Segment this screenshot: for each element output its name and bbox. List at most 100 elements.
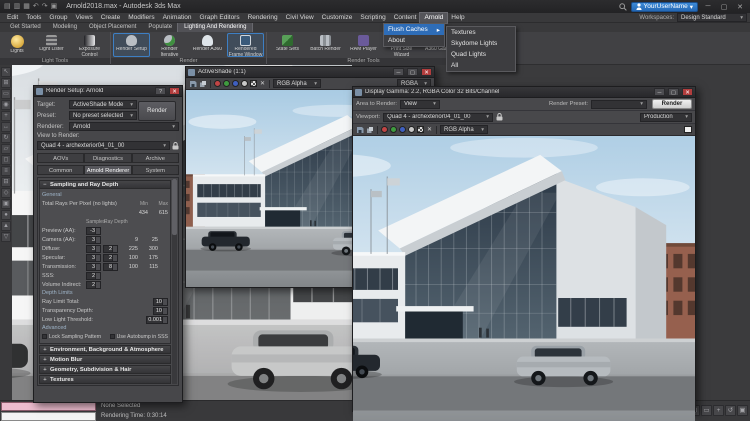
- samples-spinner[interactable]: -3: [86, 227, 101, 235]
- save-file-icon[interactable]: ▦: [23, 3, 30, 10]
- state-sets-button[interactable]: State Sets: [269, 33, 306, 57]
- rollout-motion-blur-header[interactable]: + Motion Blur: [39, 355, 171, 364]
- mono-channel-button[interactable]: [408, 126, 415, 133]
- redo-icon[interactable]: ↷: [42, 3, 48, 10]
- rotate-icon[interactable]: ↔: [1, 122, 11, 132]
- save-image-icon[interactable]: [189, 80, 197, 88]
- target-dropdown[interactable]: ActiveShade Mode ▾: [69, 100, 137, 109]
- ribbon-tab-populate[interactable]: Populate: [142, 23, 178, 32]
- angle-snap-icon[interactable]: ◻: [1, 155, 11, 165]
- maxscript-macro-recorder[interactable]: [1, 402, 96, 411]
- rendered-frame-window-button[interactable]: Rendered Frame Window: [227, 33, 264, 57]
- blue-channel-button[interactable]: [399, 126, 406, 133]
- tab-archive[interactable]: Archive: [132, 153, 179, 163]
- orbit-icon[interactable]: ↺: [725, 405, 736, 416]
- rfw-render-canvas[interactable]: [353, 136, 695, 421]
- rfw-render-button[interactable]: Render: [652, 99, 692, 109]
- rfw-close-button[interactable]: ✕: [682, 88, 693, 96]
- rfw-minimize-button[interactable]: ─: [654, 88, 665, 96]
- tab-arnold-renderer[interactable]: Arnold Renderer: [84, 165, 131, 175]
- close-button[interactable]: ✕: [734, 3, 746, 11]
- menu-views[interactable]: Views: [71, 13, 96, 23]
- help-button[interactable]: ?: [155, 87, 166, 95]
- renderer-dropdown[interactable]: Arnold ▾: [69, 122, 179, 131]
- menu-scripting[interactable]: Scripting: [356, 13, 389, 23]
- lights-button[interactable]: Lights: [2, 33, 32, 57]
- menu-tools[interactable]: Tools: [22, 13, 45, 23]
- render-setup-close-button[interactable]: ✕: [169, 87, 180, 95]
- tab-system[interactable]: System: [132, 165, 179, 175]
- tab-diagnostics[interactable]: Diagnostics: [84, 153, 131, 163]
- render-mode-dropdown[interactable]: Production ▾: [640, 113, 692, 122]
- rollout-textures-header[interactable]: + Textures: [39, 375, 171, 384]
- move-icon[interactable]: +: [1, 111, 11, 121]
- render-setup-titlebar[interactable]: Render Setup: Arnold ? ✕: [34, 86, 182, 97]
- lock-icon[interactable]: [496, 113, 503, 121]
- depth-spinner[interactable]: 2: [103, 245, 118, 253]
- zoom-region-icon[interactable]: +: [713, 405, 724, 416]
- menu-group[interactable]: Group: [45, 13, 71, 23]
- submenu-item-all[interactable]: All: [447, 60, 515, 71]
- layer-manager-icon[interactable]: ▣: [1, 199, 11, 209]
- menu-arnold[interactable]: Arnold: [420, 13, 447, 23]
- samples-spinner[interactable]: 2: [86, 281, 101, 289]
- transparency-depth-spinner[interactable]: 10: [153, 307, 168, 315]
- use-autobump-checkbox[interactable]: [110, 334, 115, 339]
- submenu-item-skydome-lights[interactable]: Skydome Lights: [447, 38, 515, 49]
- mirror-icon[interactable]: ⊟: [1, 177, 11, 187]
- group-label-render[interactable]: Render: [111, 58, 266, 65]
- viewport-dropdown[interactable]: Quad 4 - archexterior04_01_00 ▾: [383, 113, 493, 122]
- render-setup-button[interactable]: Render Setup: [113, 33, 150, 57]
- samples-spinner[interactable]: 3: [86, 263, 101, 271]
- tab-aovs[interactable]: AOVs: [37, 153, 84, 163]
- red-channel-button[interactable]: [214, 80, 221, 87]
- exposure-control-button[interactable]: Exposure Control: [71, 33, 108, 57]
- light-lister-button[interactable]: Light Lister: [33, 33, 70, 57]
- mono-channel-button[interactable]: [241, 80, 248, 87]
- maximize-viewport-icon[interactable]: ▣: [737, 405, 748, 416]
- menu-modifiers[interactable]: Modifiers: [124, 13, 158, 23]
- ribbon-tab-object-placement[interactable]: Object Placement: [83, 23, 142, 32]
- depth-spinner[interactable]: 2: [103, 254, 118, 262]
- activeshade-titlebar[interactable]: ActiveShade (1:1) ─ ▢ ✕: [186, 67, 434, 78]
- green-channel-button[interactable]: [390, 126, 397, 133]
- submenu-item-textures[interactable]: Textures: [447, 27, 515, 38]
- scale-icon[interactable]: ↻: [1, 133, 11, 143]
- maxscript-mini-listener[interactable]: [1, 412, 96, 421]
- depth-spinner[interactable]: 8: [103, 263, 118, 271]
- group-label-render-tools[interactable]: Render Tools: [267, 58, 460, 65]
- lock-icon[interactable]: [172, 142, 179, 150]
- clear-button[interactable]: ✕: [426, 126, 433, 133]
- rollout-geometry-header[interactable]: + Geometry, Subdivision & Hair: [39, 365, 171, 374]
- select-by-name-icon[interactable]: ⊞: [1, 78, 11, 88]
- menu-help[interactable]: Help: [447, 13, 468, 23]
- submenu-item-quad-lights[interactable]: Quad Lights: [447, 49, 515, 60]
- ribbon-tab-modeling[interactable]: Modeling: [47, 23, 83, 32]
- rollout-sampling-header[interactable]: − Sampling and Ray Depth: [39, 180, 171, 189]
- rfw-maximize-button[interactable]: ▢: [668, 88, 679, 96]
- menu-edit[interactable]: Edit: [3, 13, 22, 23]
- open-file-icon[interactable]: ▥: [14, 3, 21, 10]
- render-iterative-button[interactable]: Render Iterative: [151, 33, 188, 57]
- minimize-button[interactable]: ─: [702, 3, 714, 10]
- group-label-light-tools[interactable]: Light Tools: [0, 58, 110, 65]
- schematic-view-icon[interactable]: ▲: [1, 221, 11, 231]
- ray-limit-total-spinner[interactable]: 10: [153, 298, 168, 306]
- view-to-render-dropdown[interactable]: Quad 4 - archexterior04_01_00 ▾: [37, 141, 170, 150]
- alpha-channel-button[interactable]: [417, 126, 424, 133]
- batch-render-button[interactable]: Batch Render: [307, 33, 344, 57]
- render-a360-button[interactable]: Render A360: [189, 33, 226, 57]
- percent-snap-icon[interactable]: ≡: [1, 166, 11, 176]
- preset-dropdown[interactable]: No preset selected ▾: [69, 111, 137, 120]
- green-channel-button[interactable]: [223, 80, 230, 87]
- activeshade-minimize-button[interactable]: ─: [393, 68, 404, 76]
- curve-editor-icon[interactable]: ●: [1, 210, 11, 220]
- menu-customize[interactable]: Customize: [318, 13, 357, 23]
- search-icon[interactable]: [619, 3, 627, 11]
- menu-item-about[interactable]: About: [384, 35, 444, 46]
- zoom-extents-icon[interactable]: ▭: [701, 405, 712, 416]
- lock-sampling-pattern-checkbox[interactable]: [42, 334, 47, 339]
- snap-toggle-icon[interactable]: ▱: [1, 144, 11, 154]
- clear-button[interactable]: ✕: [259, 80, 266, 87]
- samples-spinner[interactable]: 3: [86, 254, 101, 262]
